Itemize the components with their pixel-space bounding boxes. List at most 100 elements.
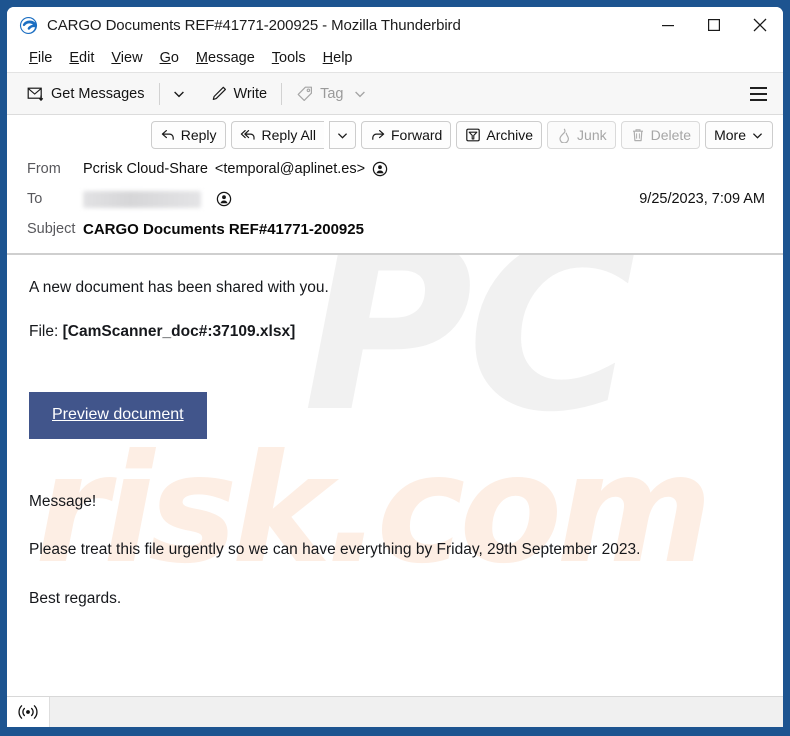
tag-icon: [297, 86, 313, 101]
reply-label: Reply: [180, 127, 217, 143]
menu-tools-rest: ools: [279, 49, 306, 66]
tag-label: Tag: [320, 85, 344, 102]
main-toolbar: Get Messages Write Tag: [7, 73, 783, 115]
from-row: From Pcrisk Cloud-Share <temporal@apline…: [7, 154, 783, 184]
menu-edit-rest: dit: [79, 49, 95, 66]
contact-avatar-icon[interactable]: [372, 161, 388, 177]
title-bar: CARGO Documents REF#41771-200925 - Mozil…: [7, 7, 783, 43]
reply-all-button[interactable]: Reply All: [230, 121, 324, 149]
preview-document-button[interactable]: Preview document: [29, 391, 207, 439]
get-messages-button[interactable]: Get Messages: [19, 80, 153, 108]
to-redacted-recipient: [83, 190, 201, 208]
menu-help-accel: H: [322, 49, 334, 66]
subject-row: Subject CARGO Documents REF#41771-200925: [7, 214, 783, 244]
broadcast-signal-icon: [18, 705, 38, 719]
write-label: Write: [233, 85, 268, 102]
junk-label: Junk: [577, 127, 607, 143]
message-body: PC risk.com A new document has been shar…: [7, 255, 783, 696]
envelope-download-icon: [27, 87, 44, 101]
menu-file-accel: F: [29, 49, 38, 66]
to-label: To: [27, 191, 43, 207]
menu-view[interactable]: View: [103, 48, 151, 68]
junk-button[interactable]: Junk: [547, 121, 616, 149]
toolbar-separator-1: [158, 82, 160, 105]
menu-bar: File Edit View Go Message Tools Help: [7, 43, 783, 73]
status-progress-area: [49, 697, 783, 727]
flame-icon: [559, 128, 570, 143]
archive-button[interactable]: Archive: [456, 121, 543, 149]
toolbar-separator-2: [281, 82, 283, 105]
body-message-heading: Message!: [29, 492, 97, 510]
delete-label: Delete: [650, 127, 692, 143]
from-address: <temporal@aplinet.es>: [214, 161, 366, 177]
from-display-name: Pcrisk Cloud-Share: [83, 161, 208, 177]
hamburger-menu-icon: [749, 86, 767, 89]
chevron-down-icon: [355, 91, 366, 97]
more-button[interactable]: More: [705, 121, 773, 149]
message-action-bar: Reply Reply All Forward Archive Junk Del…: [7, 115, 783, 154]
close-button[interactable]: [737, 7, 783, 43]
archive-label: Archive: [486, 127, 534, 143]
status-signal-button[interactable]: [7, 697, 49, 727]
subject-value: CARGO Documents REF#41771-200925: [83, 220, 364, 238]
menu-go[interactable]: Go: [152, 48, 188, 68]
message-date: 9/25/2023, 7:09 AM: [639, 191, 765, 207]
forward-arrow-icon: [372, 130, 385, 140]
body-file-line: File: [CamScanner_doc#:37109.xlsx]: [29, 321, 761, 343]
body-signoff: Best regards.: [29, 589, 122, 607]
menu-file-rest: ile: [37, 49, 53, 66]
body-message-text: Please treat this file urgently so we ca…: [29, 541, 641, 559]
delete-button[interactable]: Delete: [620, 121, 701, 149]
to-value[interactable]: [83, 190, 232, 208]
more-label: More: [714, 127, 746, 143]
menu-message-accel: M: [195, 49, 209, 66]
archive-box-icon: [466, 128, 481, 142]
thunderbird-window: CARGO Documents REF#41771-200925 - Mozil…: [0, 0, 790, 736]
forward-button[interactable]: Forward: [361, 121, 452, 149]
forward-label: Forward: [391, 127, 443, 143]
reply-all-label: Reply All: [261, 127, 316, 143]
menu-file[interactable]: File: [21, 48, 61, 68]
body-intro-text: A new document has been shared with you.: [29, 279, 329, 296]
file-label: File:: [29, 323, 59, 341]
status-bar: [7, 696, 783, 727]
thunderbird-icon: [19, 16, 38, 34]
menu-view-accel: V: [111, 49, 121, 66]
app-menu-button[interactable]: [743, 80, 773, 108]
get-messages-label: Get Messages: [51, 85, 145, 102]
body-tail: Message! Please treat this file urgently…: [29, 491, 761, 610]
trash-icon: [632, 129, 643, 142]
menu-tools[interactable]: Tools: [264, 48, 315, 68]
menu-edit-accel: E: [69, 49, 80, 66]
reply-arrow-icon: [161, 130, 174, 140]
hamburger-menu-icon: [749, 98, 767, 101]
pencil-icon: [212, 86, 226, 100]
maximize-icon: [708, 19, 721, 32]
chevron-down-icon: [173, 91, 184, 97]
file-name: [CamScanner_doc#:37109.xlsx]: [62, 323, 296, 341]
menu-message-rest: essage: [208, 49, 255, 66]
from-value[interactable]: Pcrisk Cloud-Share <temporal@aplinet.es>: [83, 161, 388, 177]
contact-avatar-icon[interactable]: [216, 191, 232, 207]
window-client-area: CARGO Documents REF#41771-200925 - Mozil…: [7, 7, 783, 727]
reply-all-arrow-icon: [240, 130, 255, 140]
message-header-pane: Reply Reply All Forward Archive Junk Del…: [7, 115, 783, 255]
menu-help[interactable]: Help: [315, 48, 362, 68]
menu-go-rest: o: [170, 49, 179, 66]
subject-label: Subject: [27, 221, 76, 237]
chevron-down-icon: [337, 132, 348, 139]
maximize-button[interactable]: [691, 7, 737, 43]
to-row: To 9/25/2023, 7:09 AM: [7, 184, 783, 214]
window-title: CARGO Documents REF#41771-200925 - Mozil…: [47, 16, 461, 34]
chevron-down-icon: [752, 132, 763, 139]
minimize-button[interactable]: [645, 7, 691, 43]
from-label: From: [27, 161, 61, 177]
get-messages-dropdown-button[interactable]: [166, 81, 192, 107]
tag-button[interactable]: Tag: [288, 80, 375, 108]
menu-message[interactable]: Message: [188, 48, 264, 68]
hamburger-menu-icon: [749, 92, 767, 95]
reply-button[interactable]: Reply: [150, 121, 226, 149]
menu-edit[interactable]: Edit: [61, 48, 103, 68]
reply-all-dropdown-button[interactable]: [329, 121, 356, 149]
write-button[interactable]: Write: [202, 80, 276, 108]
